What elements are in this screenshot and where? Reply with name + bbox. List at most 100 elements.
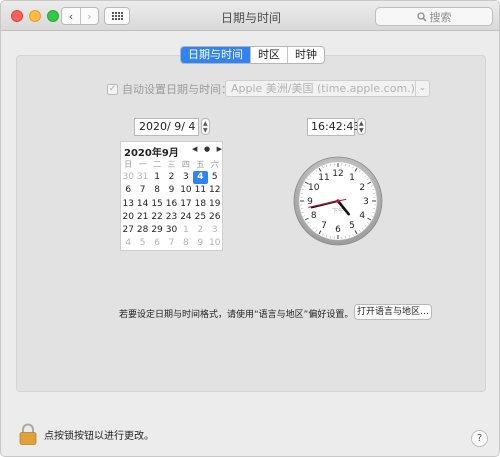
window-title: 日期与时间	[220, 11, 281, 25]
calendar-day[interactable]: 11	[193, 184, 207, 197]
calendar-day[interactable]: 19	[208, 198, 222, 211]
calendar-day[interactable]: 25	[193, 211, 207, 224]
calendar-day[interactable]: 12	[208, 184, 222, 197]
calendar-day[interactable]: 4	[121, 237, 135, 250]
calendar-day[interactable]: 6	[150, 237, 164, 250]
calendar-day[interactable]: 1	[179, 224, 193, 237]
calendar-day[interactable]: 23	[164, 211, 178, 224]
clock-number: 12	[332, 169, 343, 179]
calendar-day[interactable]: 8	[150, 184, 164, 197]
clock-number: 3	[363, 197, 369, 207]
calendar-day[interactable]: 24	[179, 211, 193, 224]
date-stepper[interactable]: ▲ ▼	[201, 118, 210, 135]
calendar-day[interactable]: 31	[135, 171, 149, 184]
minimize-button[interactable]	[29, 10, 41, 22]
time-server-select[interactable]: Apple 美洲/美国 (time.apple.com.) ⌄	[225, 80, 430, 97]
clock-number: 6	[335, 225, 341, 235]
calendar-day[interactable]: 28	[135, 224, 149, 237]
calendar-day[interactable]: 30	[121, 171, 135, 184]
calendar-day[interactable]: 7	[135, 184, 149, 197]
calendar-day[interactable]: 22	[150, 211, 164, 224]
clock-number: 11	[318, 173, 329, 183]
back-button[interactable]: ‹	[62, 8, 80, 24]
calendar-day[interactable]: 15	[150, 198, 164, 211]
calendar-day[interactable]: 27	[121, 224, 135, 237]
search-placeholder: 搜索	[429, 10, 452, 24]
stepper-down-icon: ▼	[359, 127, 364, 134]
weekday-label: 六	[210, 160, 219, 169]
clock-number: 1	[349, 173, 355, 183]
zoom-button[interactable]	[47, 10, 59, 22]
tab-clock[interactable]: 时钟	[287, 47, 324, 63]
content-panel	[16, 55, 486, 392]
forward-button[interactable]: ›	[79, 8, 98, 24]
time-field[interactable]: 16:42:43	[307, 118, 360, 136]
calendar-day[interactable]: 9	[164, 184, 178, 197]
calendar-month-title: 2020年9月	[124, 148, 179, 159]
next-month-icon[interactable]: ▶	[217, 145, 222, 153]
clock-number: 5	[349, 221, 355, 231]
clock-center-cap	[336, 199, 340, 203]
calendar-day[interactable]: 2	[193, 224, 207, 237]
search-field[interactable]: 搜索	[375, 7, 493, 26]
clock-number: 10	[308, 183, 320, 193]
calendar-day[interactable]: 7	[164, 237, 178, 250]
tab-time-zone[interactable]: 时区	[250, 47, 287, 63]
clock-number: 4	[359, 211, 365, 221]
calendar-day[interactable]: 6	[121, 184, 135, 197]
time-server-value: Apple 美洲/美国 (time.apple.com.)	[231, 82, 415, 95]
clock-number: 8	[311, 211, 317, 221]
calendar-day[interactable]: 10	[208, 237, 222, 250]
today-dot-icon[interactable]: ●	[204, 145, 210, 153]
lock-icon[interactable]	[18, 423, 38, 445]
lock-text: 点按锁按钮以进行更改。	[44, 430, 154, 442]
calendar-day[interactable]: 2	[164, 171, 178, 184]
tab-bar: 日期与时间 时区 时钟	[180, 46, 325, 64]
calendar-day[interactable]: 3	[208, 224, 222, 237]
calendar-day[interactable]: 1	[150, 171, 164, 184]
calendar-day[interactable]: 21	[135, 211, 149, 224]
lock-row: 点按锁按钮以进行更改。	[18, 423, 154, 445]
auto-set-row: ✓ 自动设置日期与时间：	[107, 81, 232, 97]
weekday-label: 一	[138, 160, 147, 169]
weekday-label: 日	[124, 160, 133, 169]
calendar: 2020年9月 ◀ ● ▶ 日一二三四五六 30 31 1 2 3 4 5 6 7 8 9 10 11 1…	[120, 141, 223, 251]
calendar-day[interactable]: 14	[135, 198, 149, 211]
weekday-label: 二	[153, 160, 162, 169]
date-field[interactable]: 2020/ 9/ 4	[134, 118, 199, 136]
calendar-day-selected[interactable]: 4	[193, 171, 208, 185]
time-stepper[interactable]: ▲ ▼	[357, 118, 366, 135]
stepper-down-icon: ▼	[203, 127, 208, 134]
grid-icon	[111, 12, 123, 20]
calendar-day[interactable]: 29	[150, 224, 164, 237]
auto-set-checkbox[interactable]: ✓	[107, 83, 118, 95]
calendar-day[interactable]: 5	[135, 237, 149, 250]
clock-number: 9	[307, 197, 313, 207]
search-icon	[416, 11, 427, 22]
calendar-day[interactable]: 30	[164, 224, 178, 237]
calendar-day[interactable]: 17	[179, 198, 193, 211]
tab-date-time[interactable]: 日期与时间	[181, 47, 250, 63]
calendar-day[interactable]: 20	[121, 211, 135, 224]
calendar-day[interactable]: 18	[193, 198, 207, 211]
weekday-label: 三	[167, 160, 176, 169]
calendar-day[interactable]: 10	[179, 184, 193, 197]
calendar-day[interactable]: 5	[208, 171, 222, 184]
calendar-day[interactable]: 26	[208, 211, 222, 224]
show-all-button[interactable]	[104, 7, 130, 25]
calendar-nav: ◀ ● ▶	[192, 145, 222, 153]
auto-set-label: 自动设置日期与时间：	[122, 83, 232, 96]
calendar-day[interactable]: 8	[179, 237, 193, 250]
close-button[interactable]	[11, 10, 23, 22]
chevron-down-icon: ⌄	[415, 81, 429, 96]
open-language-region-button[interactable]: 打开语言与地区…	[354, 304, 432, 320]
help-button[interactable]: ?	[471, 430, 488, 447]
calendar-day[interactable]: 3	[179, 171, 193, 184]
calendar-day[interactable]: 9	[193, 237, 207, 250]
previous-month-icon[interactable]: ◀	[192, 145, 197, 153]
back-forward-group: ‹ ›	[61, 7, 99, 25]
calendar-day[interactable]: 16	[164, 198, 178, 211]
calendar-days: 30 31 1 2 3 4 5 6 7 8 9 10 11 12 13 14 15 16 17 18 19 20 21 22 2…	[121, 171, 222, 251]
title-bar: ‹ › 日期与时间 搜索	[1, 1, 499, 31]
calendar-day[interactable]: 13	[121, 198, 135, 211]
